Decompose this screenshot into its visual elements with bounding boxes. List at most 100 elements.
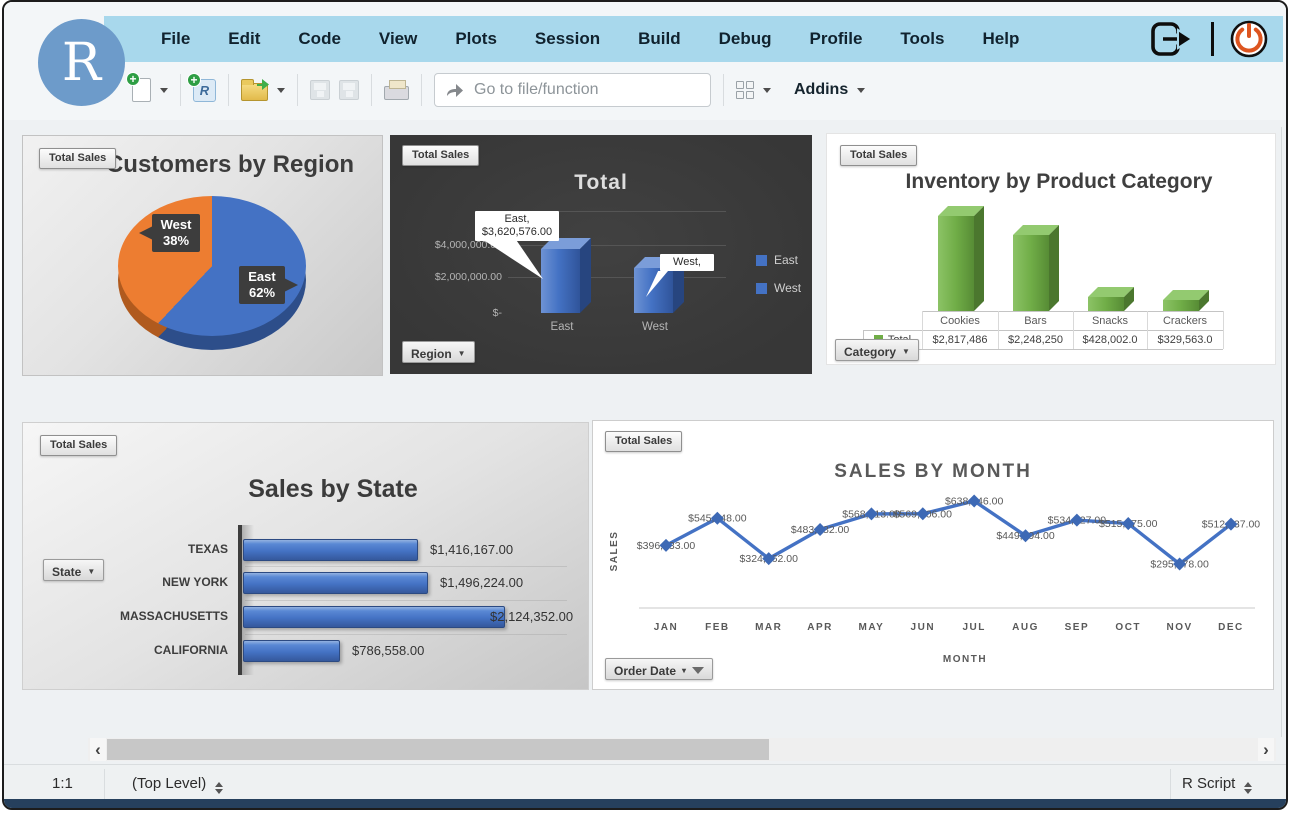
scroll-left-arrow-icon[interactable]: ‹ (90, 738, 106, 761)
callout-west-line1: West, (660, 256, 714, 269)
gridline (245, 600, 567, 601)
scope-selector[interactable]: (Top Level) (132, 775, 223, 794)
state-filter-button[interactable]: State ▼ (43, 559, 104, 581)
total-chart-title: Total (390, 171, 812, 195)
statusbar-separator (1170, 769, 1171, 799)
callout-east-line1: East, (475, 213, 559, 226)
new-project-button[interactable]: R + (193, 79, 216, 102)
x-axis-label-nov: NOV (1167, 622, 1193, 633)
bar-bars-side (1049, 225, 1059, 311)
addins-button[interactable]: Addins (794, 81, 848, 99)
sign-out-icon[interactable] (1148, 19, 1196, 59)
x-axis-label-jul: JUL (962, 622, 985, 633)
print-icon[interactable] (384, 86, 409, 100)
legend-item: West (756, 281, 801, 295)
pie-chart-panel: Total Sales Customers by Region West 38%… (22, 135, 383, 376)
panes-dropdown-caret-icon[interactable] (763, 88, 771, 93)
state-bar-chart-panel: Total Sales Sales by State TEXAS$1,416,1… (22, 422, 589, 690)
bar-texas (243, 539, 418, 561)
bar-value-label: $1,496,224.00 (440, 575, 523, 590)
menu-item-debug[interactable]: Debug (700, 29, 791, 49)
goto-arrow-icon (445, 82, 464, 99)
x-axis-title: MONTH (943, 654, 987, 665)
dropdown-arrow-icon: ▼ (902, 347, 910, 356)
table-value: $2,248,250 (998, 330, 1073, 349)
dropdown-arrow-icon: ▾ (682, 666, 686, 675)
cursor-position: 1:1 (52, 775, 73, 792)
gridline (245, 566, 567, 567)
menu-item-plots[interactable]: Plots (436, 29, 516, 49)
axis-wall (238, 525, 242, 675)
x-axis-label-sep: SEP (1065, 622, 1090, 633)
x-axis-label-apr: APR (807, 622, 833, 633)
horizontal-scrollbar[interactable]: ‹ › (88, 738, 1276, 761)
menu-item-help[interactable]: Help (963, 29, 1038, 49)
gridline (508, 245, 726, 246)
workspace-panes-icon[interactable] (736, 81, 754, 99)
bar-new-york (243, 572, 428, 594)
bar-snacks (1088, 297, 1124, 311)
new-file-dropdown-caret-icon[interactable] (160, 88, 168, 93)
total-sales-slicer[interactable]: Total Sales (840, 145, 917, 166)
inventory-chart-title: Inventory by Product Category (847, 170, 1271, 194)
category-label-california: CALIFORNIA (68, 643, 228, 657)
menubar-right (1148, 19, 1283, 59)
power-quit-icon[interactable] (1229, 19, 1269, 59)
pie-callout-east-label: East (245, 269, 279, 285)
total-column-chart-panel: Total Sales Total $4,000,000.00$2,000,00… (390, 135, 812, 374)
bar-value-label: $1,416,167.00 (430, 542, 513, 557)
open-file-button[interactable] (241, 79, 268, 101)
total-sales-slicer[interactable]: Total Sales (40, 435, 117, 456)
new-file-button[interactable]: + (132, 78, 151, 102)
scrollbar-thumb[interactable] (107, 739, 769, 760)
save-all-icon[interactable] (339, 80, 359, 100)
total-sales-slicer[interactable]: Total Sales (605, 431, 682, 452)
open-recent-caret-icon[interactable] (277, 88, 285, 93)
inventory-chart-panel: Total Sales Inventory by Product Categor… (826, 133, 1276, 365)
x-axis-label-mar: MAR (755, 622, 782, 633)
category-filter-button[interactable]: Category ▼ (835, 339, 919, 361)
bar-east (541, 249, 580, 313)
table-value: $428,002.0 (1073, 330, 1147, 349)
menu-item-code[interactable]: Code (279, 29, 360, 49)
scope-updown-icon (215, 782, 223, 794)
x-axis-label-may: MAY (859, 622, 885, 633)
x-axis-label-jan: JAN (654, 622, 679, 633)
menu-item-build[interactable]: Build (619, 29, 700, 49)
month-line-chart: JANFEBMARAPRMAYJUNJULAUGSEPOCTNOVDECMONT… (593, 421, 1273, 689)
file-type-selector[interactable]: R Script (1182, 775, 1252, 794)
menu-item-view[interactable]: View (360, 29, 436, 49)
category-label-texas: TEXAS (68, 542, 228, 556)
total-sales-slicer[interactable]: Total Sales (402, 145, 479, 166)
total-sales-slicer[interactable]: Total Sales (39, 148, 116, 169)
file-type-label: R Script (1182, 775, 1235, 792)
bar-california (243, 640, 340, 662)
menu-item-file[interactable]: File (142, 29, 209, 49)
legend-swatch-icon (756, 255, 767, 266)
menu-item-profile[interactable]: Profile (791, 29, 882, 49)
statusbar-separator (104, 769, 105, 799)
goto-file-function-box[interactable] (434, 73, 711, 107)
rstudio-logo: R (38, 19, 125, 106)
menu-item-session[interactable]: Session (516, 29, 619, 49)
menu-item-tools[interactable]: Tools (881, 29, 963, 49)
total-callout-east: East, $3,620,576.00 (475, 211, 559, 241)
open-folder-icon (241, 83, 268, 101)
plus-badge-icon: + (187, 73, 201, 87)
legend-swatch-icon (756, 283, 767, 294)
goto-file-function-input[interactable] (474, 81, 700, 99)
scope-label: (Top Level) (132, 775, 206, 792)
scroll-right-arrow-icon[interactable]: › (1258, 738, 1274, 761)
category-label-massachusetts: MASSACHUSETTS (68, 609, 228, 623)
toolbar-separator (723, 74, 724, 106)
save-icon[interactable] (310, 80, 330, 100)
x-axis-label-oct: OCT (1115, 622, 1141, 633)
addins-dropdown-caret-icon[interactable] (857, 88, 865, 93)
legend-label: East (774, 253, 798, 267)
pie-callout-west-label: West (158, 217, 194, 233)
table-header-crackers: Crackers (1147, 311, 1223, 330)
region-filter-button[interactable]: Region ▼ (402, 341, 475, 363)
menu-item-edit[interactable]: Edit (209, 29, 279, 49)
order-date-filter-button[interactable]: Order Date ▾ (605, 658, 713, 680)
table-header-bars: Bars (998, 311, 1073, 330)
